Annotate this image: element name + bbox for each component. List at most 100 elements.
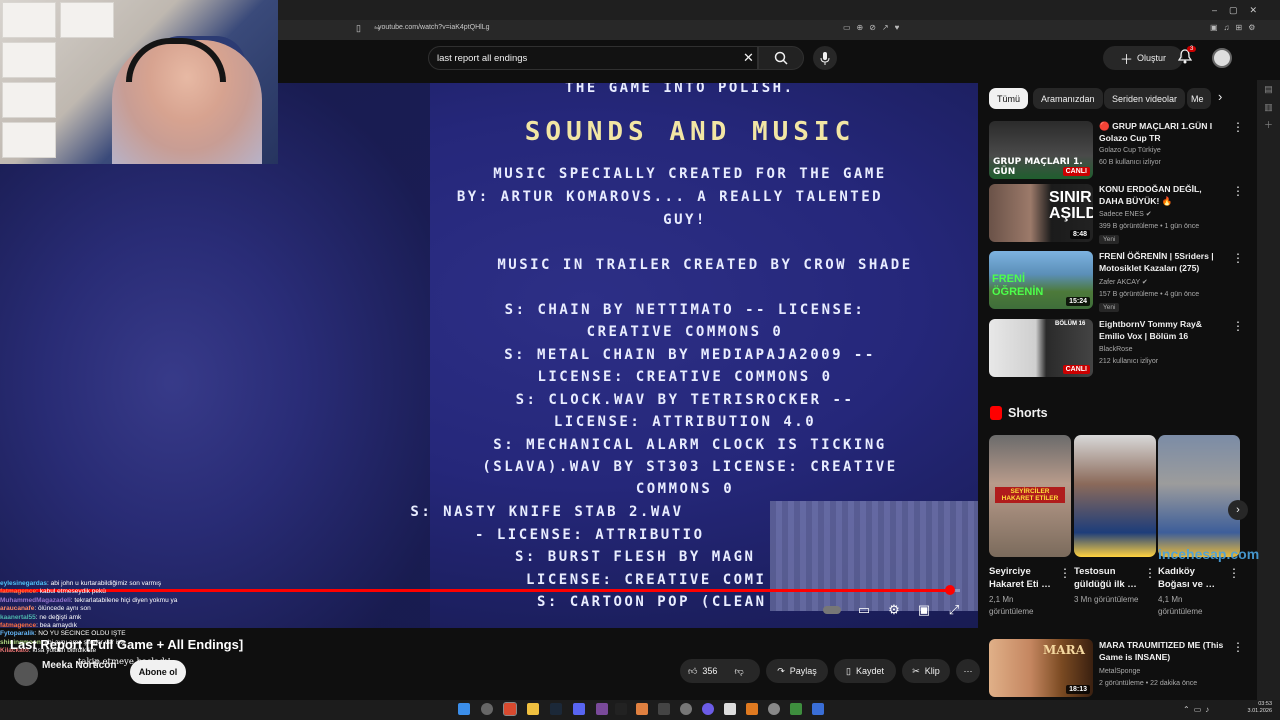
fullscreen-icon[interactable]: ⤢ bbox=[944, 600, 964, 620]
app-icon[interactable] bbox=[596, 703, 608, 715]
chat-text: : ne değişti amk bbox=[35, 613, 82, 621]
rec-title[interactable]: FRENİ ÖĞRENİN | 5Sriders | Motosiklet Ka… bbox=[1099, 251, 1227, 274]
rec-thumbnail[interactable]: GRUP MAÇLARI 1. GÜN CANLI bbox=[989, 121, 1093, 179]
rec-thumbnail[interactable]: FRENİ ÖĞRENİN 15:24 bbox=[989, 251, 1093, 309]
thumbs-down-icon[interactable]: 👎︎ bbox=[734, 666, 743, 677]
clear-search-icon[interactable]: ✕ bbox=[743, 50, 754, 66]
clip-button[interactable]: ✂ Klip bbox=[902, 659, 950, 683]
chevron-right-icon: › bbox=[1236, 504, 1240, 516]
short-title[interactable]: Seyirciye Hakaret Eti … bbox=[989, 565, 1059, 591]
short-title[interactable]: Kadıköy Boğası ve … bbox=[1158, 565, 1228, 591]
miniplayer-icon[interactable]: ▣ bbox=[914, 600, 934, 620]
chip-more[interactable]: Me bbox=[1187, 88, 1211, 109]
short-menu-icon[interactable]: ⋮ bbox=[1228, 566, 1240, 580]
rec-title[interactable]: KONU ERDOĞAN DEĞİL, DAHA BÜYÜK! 🔥 bbox=[1099, 184, 1227, 207]
obs-icon[interactable] bbox=[768, 703, 780, 715]
rec-thumbnail[interactable]: SINIR AŞILDI 8:48 bbox=[989, 184, 1093, 242]
short-thumbnail[interactable] bbox=[1074, 435, 1156, 557]
duration-badge: 15:24 bbox=[1066, 297, 1090, 306]
toolbar-icons[interactable]: ▣♫⊞⚙ bbox=[1210, 23, 1261, 32]
subtitles-icon[interactable]: ▭ bbox=[854, 600, 874, 620]
chip-series[interactable]: Seriden videolar bbox=[1104, 88, 1186, 109]
rec-menu-icon[interactable]: ⋮ bbox=[1232, 251, 1244, 265]
taskbar-clock[interactable]: 03:53 3.01.2026 bbox=[1244, 701, 1272, 715]
start-icon[interactable] bbox=[458, 703, 470, 715]
short-thumbnail[interactable]: SEYİRCİLER HAKARET ETİLER bbox=[989, 435, 1071, 557]
rec-thumbnail[interactable]: MARA 18:13 bbox=[989, 639, 1093, 697]
clock-time: 03:53 bbox=[1258, 701, 1272, 707]
search-button[interactable] bbox=[758, 46, 804, 70]
more-actions-button[interactable]: ⋯ bbox=[956, 659, 980, 683]
rec-menu-icon[interactable]: ⋮ bbox=[1232, 319, 1244, 333]
rec-title[interactable]: 🔴 GRUP MAÇLARI 1.GÜN I Golazo Cup TR bbox=[1099, 121, 1227, 144]
chat-text: : abi john u kurtarabildiğimiz son varmı… bbox=[46, 580, 162, 587]
rec-menu-icon[interactable]: ⋮ bbox=[1232, 120, 1244, 134]
window-controls[interactable]: –▢✕ bbox=[1212, 5, 1269, 16]
rec-title[interactable]: EightbornV Tommy Ray& Emilio Vox | Bölüm… bbox=[1099, 319, 1227, 342]
brave-browser-icon[interactable] bbox=[503, 702, 517, 716]
channel-name[interactable]: Meeka Norticon bbox=[42, 660, 116, 671]
app-icon[interactable] bbox=[636, 703, 648, 715]
xbox-icon[interactable] bbox=[790, 703, 802, 715]
short-menu-icon[interactable]: ⋮ bbox=[1059, 566, 1071, 580]
rec-title[interactable]: MARA TRAUMITIZED ME (This Game is INSANE… bbox=[1099, 640, 1227, 663]
rec-channel[interactable]: Sadece ENES ✔ bbox=[1099, 210, 1239, 220]
like-dislike-group[interactable]: 👍︎ 356 👎︎ bbox=[680, 659, 760, 683]
chips-next-icon[interactable]: › bbox=[1218, 89, 1222, 104]
rec-channel[interactable]: BlackRose bbox=[1099, 345, 1239, 355]
rec-meta: 60 B kullanıcı izliyor bbox=[1099, 159, 1161, 166]
rec-channel[interactable]: Golazo Cup Türkiye bbox=[1099, 146, 1239, 156]
short-menu-icon[interactable]: ⋮ bbox=[1144, 566, 1156, 580]
credit-line: - LICENSE: ATTRIBUTIO bbox=[475, 527, 705, 543]
file-explorer-icon[interactable] bbox=[527, 703, 539, 715]
bookmark-icon[interactable]: ▯ bbox=[356, 23, 361, 34]
short-thumbnail[interactable] bbox=[1158, 435, 1240, 557]
avatar[interactable] bbox=[1212, 48, 1232, 68]
rec-thumbnail-text: MARA bbox=[1043, 643, 1085, 657]
chat-text: : tekrarlatabilene hiçi diyen yokmu ya bbox=[70, 596, 178, 604]
subscribe-button[interactable]: Abone ol bbox=[130, 660, 186, 684]
thumbs-up-icon[interactable]: 👍︎ bbox=[688, 666, 697, 677]
credit-line: S: CARTOON POP (CLEAN bbox=[537, 594, 767, 610]
settings-gear-icon[interactable]: ⚙ bbox=[884, 600, 904, 620]
system-tray-icons[interactable]: ⌃▭♪ bbox=[1183, 705, 1213, 714]
shorts-icon bbox=[990, 406, 1002, 420]
rec-channel[interactable]: MetalSponge bbox=[1099, 667, 1239, 677]
chat-username: fatmagence bbox=[0, 588, 37, 596]
address-bar-actions[interactable]: ▭⊕⊘↗♥ bbox=[843, 23, 905, 32]
rec-thumbnail[interactable]: BÖLÜM 16 CANLI bbox=[989, 319, 1093, 377]
chat-message: kaanertal55: ne değişti amk bbox=[0, 614, 260, 622]
chip-from-search[interactable]: Aramanızdan bbox=[1033, 88, 1103, 109]
shorts-heading: Shorts bbox=[1008, 406, 1048, 420]
rec-channel[interactable]: Zafer AKCAY ✔ bbox=[1099, 278, 1239, 288]
app-icon[interactable] bbox=[812, 703, 824, 715]
steam-icon[interactable] bbox=[550, 703, 562, 715]
autoplay-toggle[interactable] bbox=[822, 600, 842, 620]
create-button[interactable]: ＋ Oluştur bbox=[1103, 46, 1183, 70]
rec-menu-icon[interactable]: ⋮ bbox=[1232, 640, 1244, 654]
plus-icon: ＋ bbox=[1119, 51, 1133, 67]
video-player[interactable]: SOUNDS AND MUSIC THE GAME INTO POLISH. M… bbox=[0, 83, 978, 628]
app-icon[interactable] bbox=[702, 703, 714, 715]
epic-games-icon[interactable] bbox=[615, 703, 627, 715]
credit-line: LICENSE: ATTRIBUTION 4.0 bbox=[553, 414, 817, 430]
short-title[interactable]: Testosun güldüğü ilk … bbox=[1074, 565, 1144, 591]
shorts-next-button[interactable]: › bbox=[1228, 500, 1248, 520]
voice-search-button[interactable] bbox=[813, 46, 837, 70]
share-button[interactable]: ↷ Paylaş bbox=[766, 659, 828, 683]
app-icon[interactable] bbox=[724, 703, 736, 715]
app-icon[interactable] bbox=[680, 703, 692, 715]
notifications-button[interactable]: 3 bbox=[1177, 46, 1197, 67]
search-input[interactable]: last report all endings ✕ bbox=[428, 46, 758, 70]
search-taskbar-icon[interactable] bbox=[481, 703, 493, 715]
channel-avatar[interactable] bbox=[14, 662, 38, 686]
save-button[interactable]: ▯ Kaydet bbox=[834, 659, 896, 683]
app-icon[interactable] bbox=[658, 703, 670, 715]
app-icon[interactable] bbox=[746, 703, 758, 715]
url-text[interactable]: youtube.com/watch?v=iaK4ptQHlLg bbox=[378, 24, 489, 31]
rec-menu-icon[interactable]: ⋮ bbox=[1232, 184, 1244, 198]
chip-all[interactable]: Tümü bbox=[989, 88, 1029, 109]
discord-icon[interactable] bbox=[573, 703, 585, 715]
address-bar[interactable]: ▯ ⇋ youtube.com/watch?v=iaK4ptQHlLg ▭⊕⊘↗… bbox=[278, 20, 1280, 40]
credit-line: LICENSE: CREATIVE COMMONS 0 bbox=[537, 369, 833, 385]
